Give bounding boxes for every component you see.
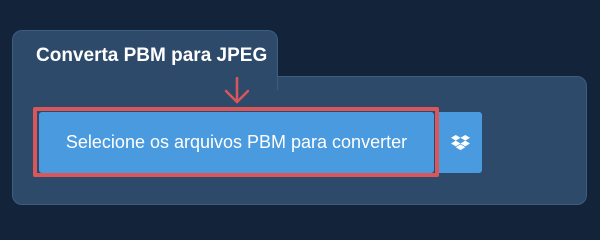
select-files-button[interactable]: Selecione os arquivos PBM para converter <box>39 112 434 173</box>
dropbox-button[interactable] <box>439 112 482 173</box>
tab-title: Converta PBM para JPEG <box>36 45 268 66</box>
arrow-down-icon <box>224 77 250 104</box>
dropbox-icon <box>451 134 470 151</box>
